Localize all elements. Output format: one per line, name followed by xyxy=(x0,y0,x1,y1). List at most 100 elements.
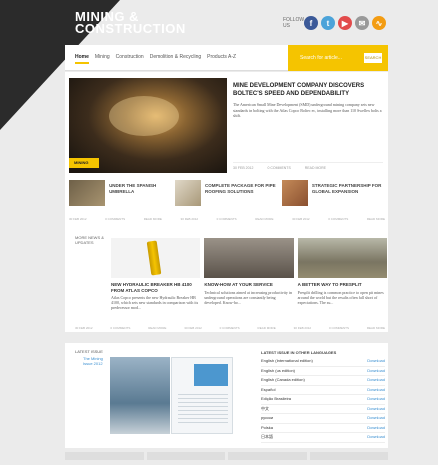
download-link[interactable]: Download xyxy=(367,386,385,395)
magazine-spread[interactable] xyxy=(171,357,233,434)
news-desc: Presplit drilling is common practice to … xyxy=(297,289,384,305)
hero-meta: 30 FEB 2012 0 COMMENTS READ MORE xyxy=(233,162,383,170)
meta-read-more[interactable]: READ MORE xyxy=(258,326,276,330)
mini-thumbnail xyxy=(175,180,202,206)
news-columns: NEW HYDRAULIC BREAKER HB 4100 FROM ATLAS… xyxy=(111,238,387,310)
meta-comments[interactable]: 0 COMMENTS xyxy=(220,326,240,330)
spread-text xyxy=(178,394,228,424)
nav-construction[interactable]: Construction xyxy=(116,54,144,64)
language-name: English (us edition) xyxy=(261,367,296,373)
meta-read-more[interactable]: READ MORE xyxy=(148,326,166,330)
breaker-shape xyxy=(146,240,162,276)
download-link[interactable]: Download xyxy=(367,367,385,376)
footer-block xyxy=(228,452,307,460)
rss-icon[interactable]: ∿ xyxy=(372,16,386,30)
nav-mining[interactable]: Mining xyxy=(95,54,110,64)
mini-article[interactable]: COMPLETE PACKAGE FOR PIPE ROOFING SOLUTI… xyxy=(175,180,278,214)
download-row: Español Download xyxy=(261,386,385,395)
download-row: English (us edition) Download xyxy=(261,367,385,376)
download-row: 中文 Download xyxy=(261,405,385,414)
hero-image-light xyxy=(109,96,179,136)
language-name: English (International edition) xyxy=(261,358,313,363)
mini-title: STRATEGIC PARTNERSHIP FOR GLOBAL EXPANSI… xyxy=(311,183,382,194)
issue-label: LATEST ISSUE xyxy=(75,349,103,354)
search-input[interactable]: Search for article... xyxy=(300,55,342,61)
news-title: KNOW-HOW AT YOUR SERVICE xyxy=(204,282,273,287)
hero-date: 30 FEB 2012 xyxy=(233,166,254,170)
download-row: English (Canada edition) Download xyxy=(261,376,385,386)
mini-articles: UNDER THE SPANISH UMBRELLA COMPLETE PACK… xyxy=(69,180,385,214)
search-button[interactable]: SEARCH xyxy=(364,53,382,63)
language-name: Español xyxy=(261,386,276,392)
nav-home[interactable]: Home xyxy=(75,54,89,64)
news-item[interactable]: A BETTER WAY TO PRESPLIT Presplit drilli… xyxy=(297,238,387,310)
logo-line-2: CONSTRUCTION xyxy=(75,21,186,36)
spread-image xyxy=(194,364,228,386)
news-title: NEW HYDRAULIC BREAKER HB 4100 FROM ATLAS… xyxy=(111,282,192,293)
nav-products[interactable]: Products A-Z xyxy=(207,54,236,64)
news-item[interactable]: KNOW-HOW AT YOUR SERVICE Technical solut… xyxy=(204,238,294,310)
download-link[interactable]: Download xyxy=(367,414,385,423)
download-list: English (International edition) Download … xyxy=(261,357,385,443)
meta-date: 30 FEB 2012 xyxy=(184,326,202,330)
news-image-drill xyxy=(297,238,387,278)
download-link[interactable]: Download xyxy=(367,395,385,404)
language-name: русски xyxy=(261,415,274,420)
facebook-icon[interactable]: f xyxy=(304,16,318,30)
issue-name-link[interactable]: The Mining Issue 2012 xyxy=(83,356,107,366)
hero-title[interactable]: MINE DEVELOPMENT COMPANY DISCOVERS BOLTE… xyxy=(233,82,383,98)
meta-comments[interactable]: 0 COMMENTS xyxy=(110,326,130,330)
language-name: Polska xyxy=(261,424,274,430)
download-link[interactable]: Download xyxy=(367,405,385,414)
footer-block xyxy=(65,452,144,460)
download-row: English (International edition) Download xyxy=(261,357,385,367)
download-link[interactable]: Download xyxy=(367,376,385,385)
footer-block xyxy=(309,452,388,460)
mini-article[interactable]: STRATEGIC PARTNERSHIP FOR GLOBAL EXPANSI… xyxy=(281,180,385,214)
download-row: Polska Download xyxy=(261,424,385,433)
email-icon[interactable]: ✉ xyxy=(355,16,369,30)
search-bar[interactable]: Search for article... SEARCH xyxy=(288,45,388,71)
meta-read-more[interactable]: READ MORE xyxy=(255,217,273,221)
news-title: A BETTER WAY TO PRESPLIT xyxy=(297,282,362,287)
magazine-cover[interactable] xyxy=(110,357,170,434)
nav-demolition[interactable]: Demolition & Recycling xyxy=(150,54,201,64)
download-link[interactable]: Download xyxy=(367,424,385,433)
site-logo[interactable]: MINING & CONSTRUCTION xyxy=(75,10,186,36)
meta-date: 30 FEB 2012 xyxy=(69,217,87,221)
news-desc: Atlas Copco presents the new Hydraulic B… xyxy=(111,295,199,310)
meta-date: 30 FEB 2012 xyxy=(292,217,310,221)
meta-comments[interactable]: 0 COMMENTS xyxy=(217,217,237,221)
download-link[interactable]: Download xyxy=(367,433,385,442)
download-link[interactable]: Download xyxy=(367,357,385,366)
hero-read-more[interactable]: READ MORE xyxy=(305,166,326,170)
youtube-icon[interactable]: ▶ xyxy=(338,16,352,30)
meta-date: 30 FEB 2012 xyxy=(180,217,199,221)
mini-title: UNDER THE SPANISH UMBRELLA xyxy=(109,183,157,194)
hero-body: The American Small Mine Development (SMD… xyxy=(233,102,382,118)
twitter-icon[interactable]: t xyxy=(321,16,335,30)
hero-comments[interactable]: 0 COMMENTS xyxy=(267,166,290,170)
meta-comments[interactable]: 0 COMMENTS xyxy=(105,217,125,221)
page-container: MINING & CONSTRUCTION FOLLOW US f t ▶ ✉ … xyxy=(60,8,388,460)
meta-comments[interactable]: 0 COMMENTS xyxy=(328,217,348,221)
news-meta-row: 30 FEB 2012 0 COMMENTS READ MORE 30 FEB … xyxy=(75,326,385,330)
language-name: 日本語 xyxy=(261,434,273,439)
language-name: Edição Brasileira xyxy=(261,396,292,401)
mini-thumbnail xyxy=(69,180,106,206)
news-image-breaker xyxy=(111,238,201,278)
meta-read-more[interactable]: READ MORE xyxy=(144,217,162,221)
news-image-people xyxy=(204,238,294,278)
meta-date: 30 FEB 2012 xyxy=(75,326,93,330)
mini-article[interactable]: UNDER THE SPANISH UMBRELLA xyxy=(69,180,172,214)
meta-read-more[interactable]: READ MORE xyxy=(367,326,385,330)
meta-read-more[interactable]: READ MORE xyxy=(367,217,385,221)
language-name: 中文 xyxy=(261,405,269,411)
hero-category-tag[interactable]: MINING xyxy=(69,158,99,168)
news-section-label: MORE NEWS & UPDATES xyxy=(75,235,104,245)
meta-date: 30 FEB 2012 xyxy=(293,326,312,330)
news-item[interactable]: NEW HYDRAULIC BREAKER HB 4100 FROM ATLAS… xyxy=(111,238,201,310)
language-name: English (Canada edition) xyxy=(261,377,305,382)
mini-title: COMPLETE PACKAGE FOR PIPE ROOFING SOLUTI… xyxy=(205,183,276,194)
meta-comments[interactable]: 0 COMMENTS xyxy=(329,326,349,330)
